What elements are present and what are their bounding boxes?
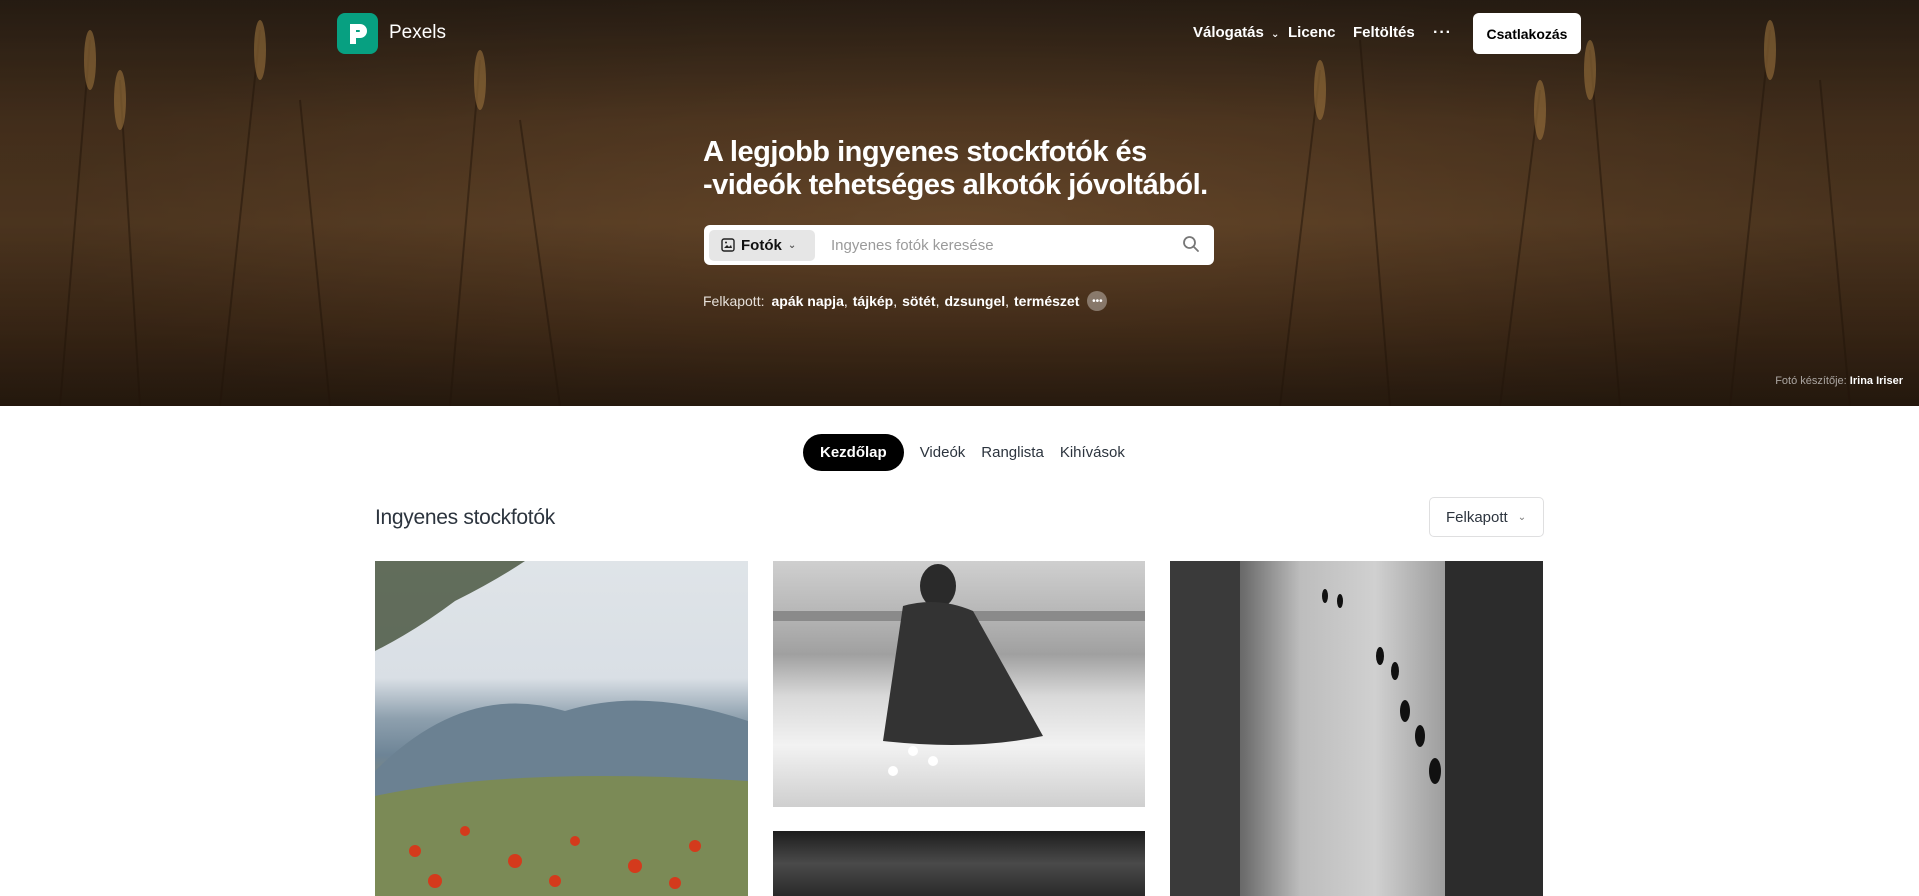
search-bar: Fotók ⌄	[704, 225, 1214, 265]
tab-home[interactable]: Kezdőlap	[803, 433, 904, 471]
section-title: Ingyenes stockfotók	[375, 506, 555, 529]
sort-select[interactable]: Felkapott ⌄	[1429, 497, 1544, 537]
credit-prefix: Fotó készítője:	[1775, 375, 1847, 387]
hero-headline: A legjobb ingyenes stockfotók és -videók…	[703, 136, 1223, 202]
brand-name[interactable]: Pexels	[389, 22, 446, 44]
search-input[interactable]	[831, 236, 1161, 254]
sort-label: Felkapott	[1446, 508, 1508, 526]
tab-videos[interactable]: Videók	[920, 444, 966, 461]
image-icon	[721, 238, 735, 252]
photo-tile[interactable]	[375, 561, 748, 896]
credit-author[interactable]: Irina Iriser	[1850, 375, 1903, 387]
media-type-label: Fotók	[741, 236, 782, 254]
trending-tags: Felkapott: apák napja, tájkép, sötét, dz…	[703, 291, 1108, 311]
hero-headline-line1: A legjobb ingyenes stockfotók és	[703, 136, 1147, 168]
photo-tile[interactable]	[773, 561, 1145, 807]
tab-challenges[interactable]: Kihívások	[1060, 444, 1125, 461]
trending-tag[interactable]: sötét	[902, 293, 935, 309]
media-type-select[interactable]: Fotók ⌄	[709, 229, 815, 261]
photo-image	[773, 564, 1145, 776]
trending-tag[interactable]: dzsungel	[944, 293, 1005, 309]
nav-item-upload[interactable]: Feltöltés	[1353, 24, 1415, 41]
tab-leaderboard[interactable]: Ranglista	[981, 444, 1044, 461]
trending-tag[interactable]: tájkép	[853, 293, 893, 309]
trending-label: Felkapott:	[703, 293, 765, 309]
more-tags-icon[interactable]: •••	[1087, 291, 1108, 311]
hero-banner: Pexels Válogatás ⌄ Licenc Feltöltés ··· …	[0, 0, 1919, 406]
top-navbar: Pexels Válogatás ⌄ Licenc Feltöltés ··· …	[0, 0, 1919, 66]
photo-image	[1170, 561, 1543, 896]
nav-item-collections[interactable]: Válogatás ⌄	[1193, 24, 1279, 41]
nav-item-license[interactable]: Licenc	[1288, 24, 1336, 41]
search-icon[interactable]	[1182, 235, 1200, 258]
photo-image	[375, 561, 748, 896]
main-tabs: Kezdőlap Videók Ranglista Kihívások	[803, 433, 1141, 471]
pexels-logo-icon[interactable]	[337, 13, 378, 54]
more-menu-icon[interactable]: ···	[1433, 24, 1452, 42]
trending-tag[interactable]: apák napja	[771, 293, 843, 309]
photo-credit: Fotó készítője: Irina Iriser	[1775, 375, 1903, 387]
join-button[interactable]: Csatlakozás	[1473, 13, 1581, 54]
photo-tile[interactable]	[1170, 561, 1543, 896]
photo-tile[interactable]	[773, 831, 1145, 896]
chevron-down-icon: ⌄	[1271, 29, 1280, 40]
hero-headline-line2: -videók tehetséges alkotók jóvoltából.	[703, 169, 1208, 201]
chevron-down-icon: ⌄	[1517, 511, 1527, 523]
chevron-down-icon: ⌄	[787, 239, 797, 251]
nav-item-label: Válogatás	[1193, 24, 1264, 41]
trending-tag[interactable]: természet	[1014, 293, 1079, 309]
